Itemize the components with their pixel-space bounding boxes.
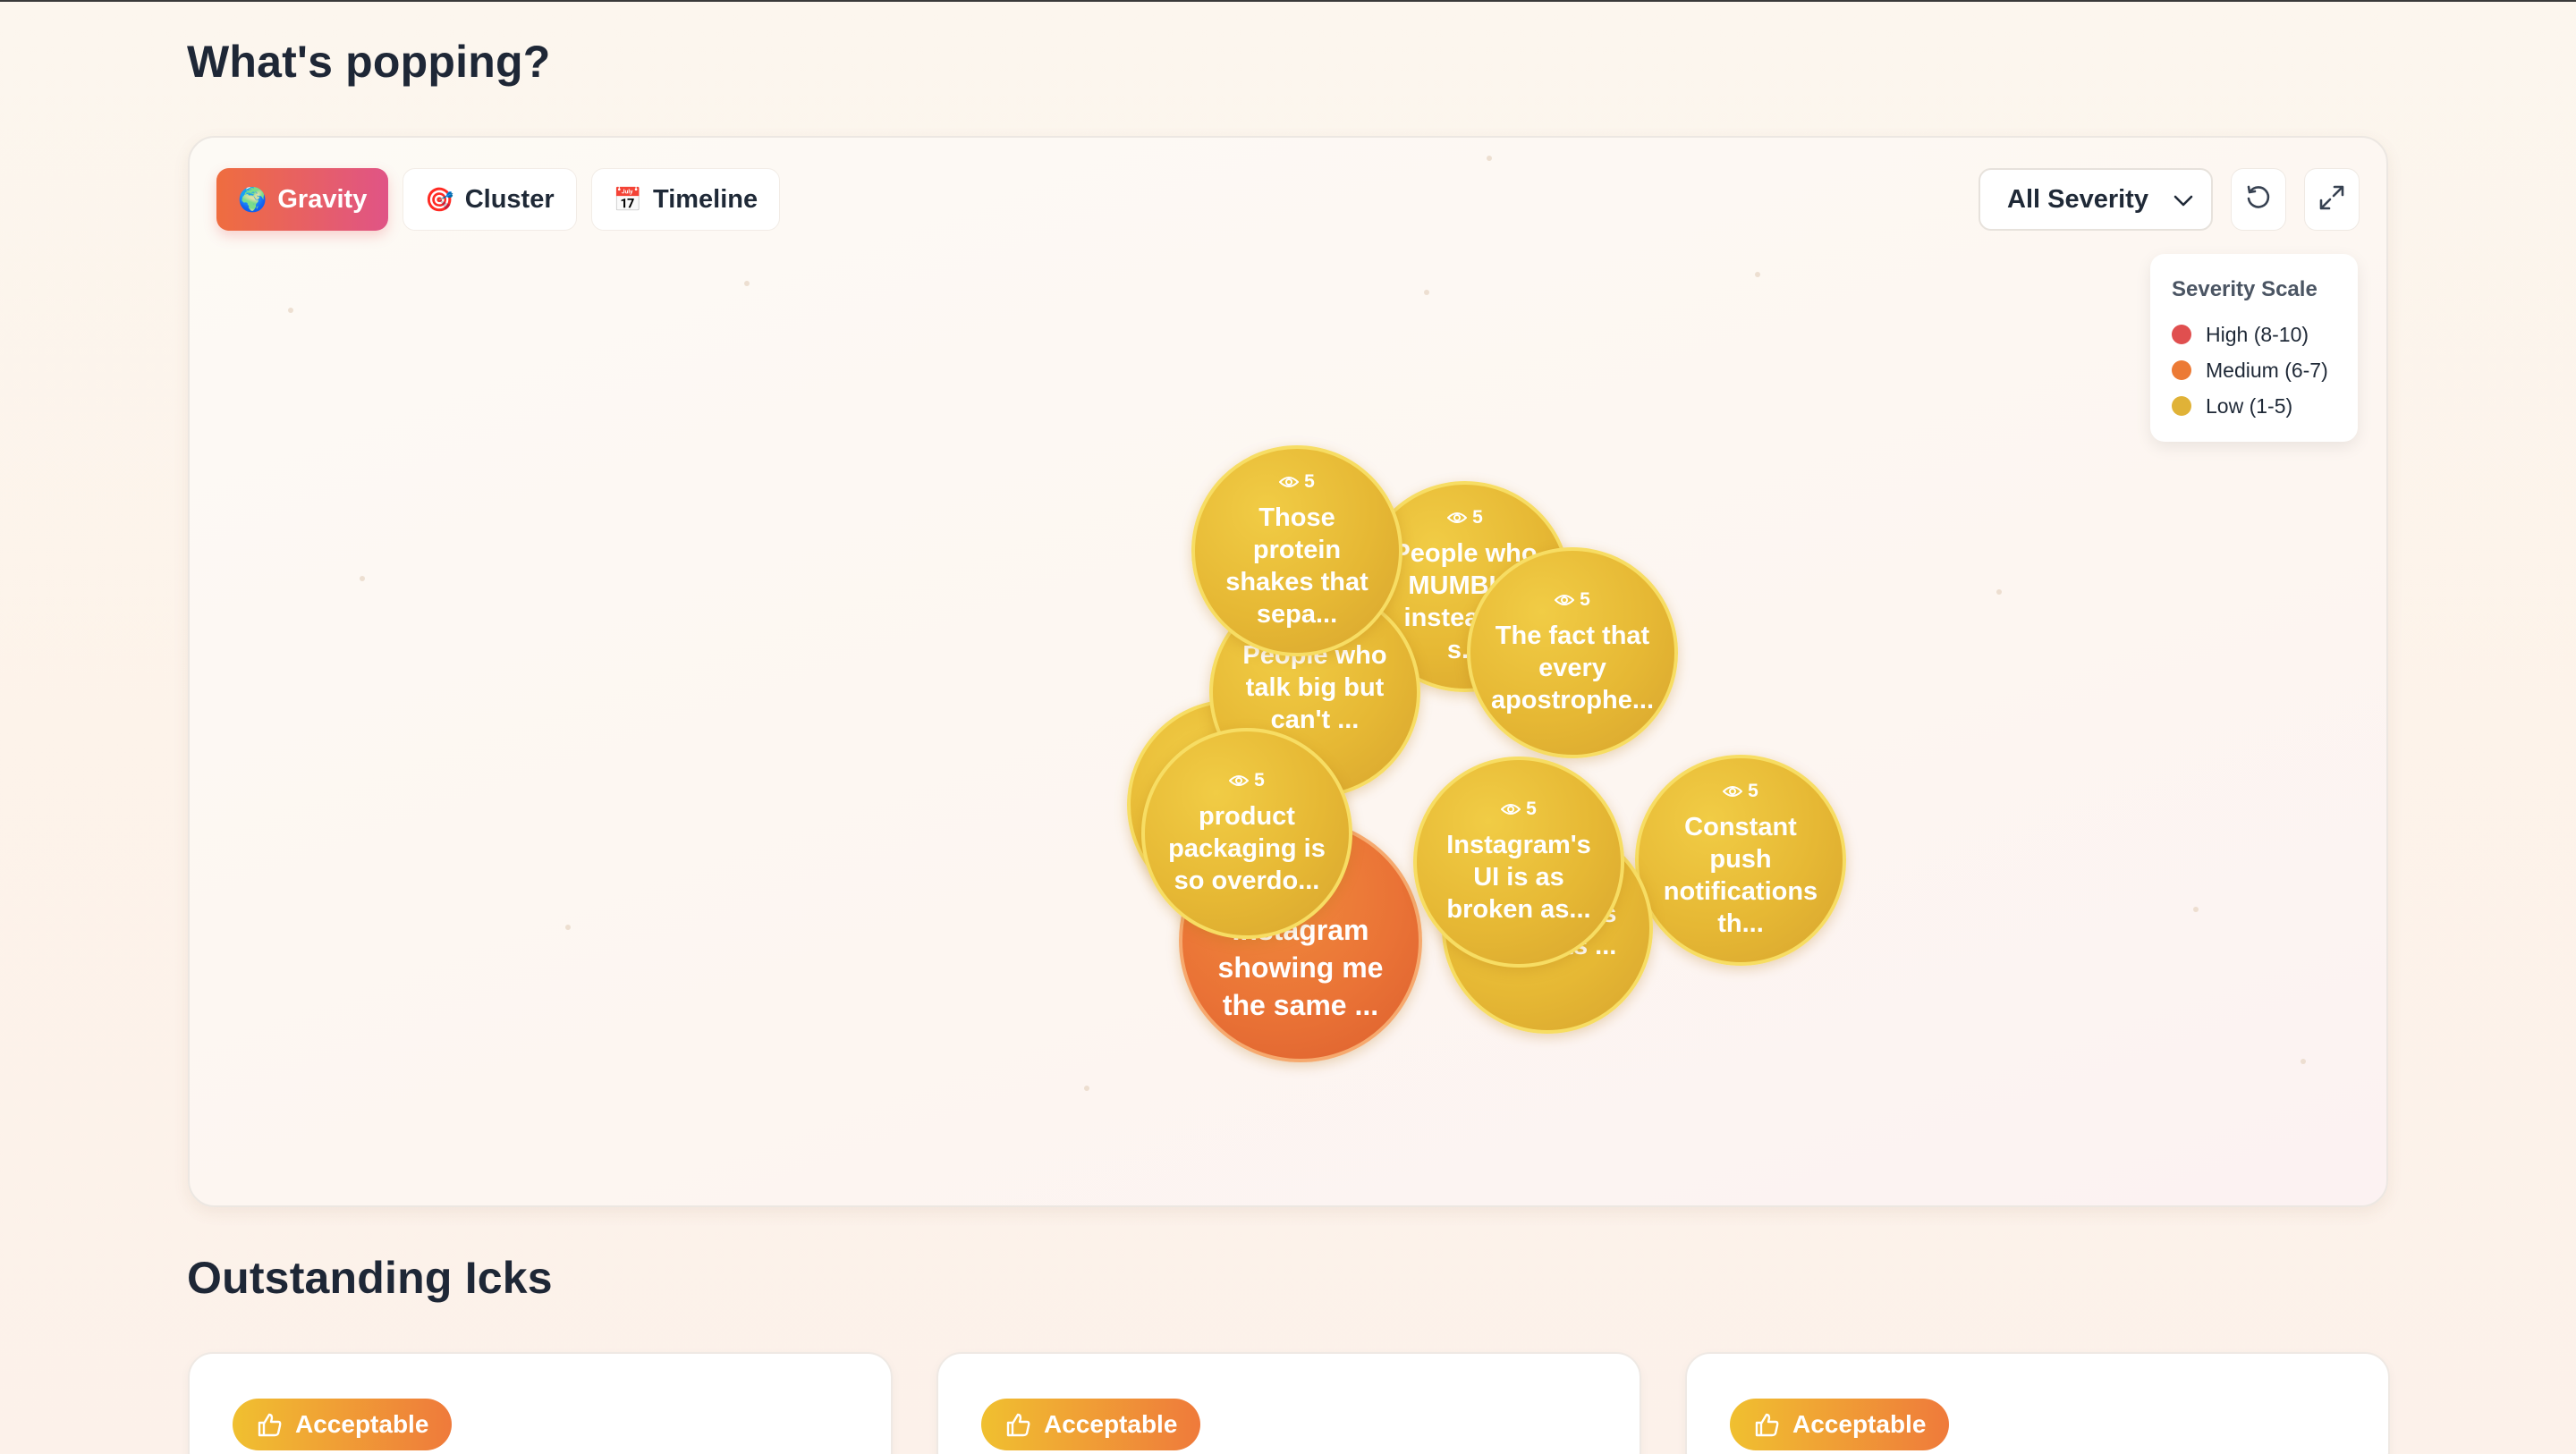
status-badge: Acceptable: [1730, 1399, 1950, 1450]
eye-icon: [1723, 786, 1743, 797]
legend-label: Low (1-5): [2206, 393, 2293, 418]
view-count: 5: [1229, 770, 1265, 791]
legend-swatch: [2172, 325, 2191, 344]
bubble-text: Instagram's UI is as broken as...: [1446, 831, 1591, 924]
sparkle-dot: [744, 281, 750, 286]
ick-bubble[interactable]: 5 Instagram's UI is as broken as...: [1413, 757, 1624, 968]
sparkle-dot: [360, 576, 365, 581]
eye-icon: [1555, 595, 1575, 605]
thumbs-up-icon: [1755, 1413, 1779, 1437]
bubble-text: The fact that every apostrophe...: [1490, 621, 1655, 714]
view-count: 5: [1279, 471, 1315, 493]
thumbs-up-icon: [1006, 1413, 1030, 1437]
status-badge-label: Acceptable: [1044, 1410, 1178, 1438]
view-count-value: 5: [1748, 781, 1758, 801]
bubble-text: Constant push notifications th...: [1663, 813, 1818, 938]
tab-label: Timeline: [653, 184, 758, 214]
sparkle-dot: [2301, 1059, 2306, 1064]
reset-button[interactable]: [2231, 168, 2286, 231]
view-count-value: 5: [1580, 589, 1590, 610]
ick-bubble[interactable]: 5 Those protein shakes that sepa...: [1191, 445, 1402, 656]
sparkle-dot: [288, 308, 293, 313]
fullscreen-button[interactable]: [2304, 168, 2360, 231]
sparkle-dot: [1755, 272, 1760, 277]
view-count: 5: [1501, 799, 1537, 820]
bubble-text: Those protein shakes that sepa...: [1225, 503, 1368, 629]
section-title-outstanding-icks: Outstanding Icks: [187, 1253, 553, 1303]
legend-swatch: [2172, 360, 2191, 380]
sparkle-dot: [1487, 156, 1492, 161]
ick-card[interactable]: Acceptable: [1685, 1352, 2390, 1454]
ick-card[interactable]: Acceptable: [936, 1352, 1641, 1454]
expand-icon: [2318, 183, 2346, 216]
tab-gravity[interactable]: 🌍 Gravity: [216, 168, 389, 231]
ick-bubble[interactable]: 5 Constant push notifications th...: [1635, 755, 1846, 966]
legend-item-high: High (8-10): [2172, 317, 2336, 352]
status-badge: Acceptable: [233, 1399, 453, 1450]
globe-icon: 🌍: [238, 186, 267, 213]
refresh-icon: [2244, 183, 2273, 216]
view-count-value: 5: [1472, 507, 1483, 528]
tab-label: Gravity: [277, 184, 368, 214]
sparkle-dot: [565, 925, 571, 930]
eye-icon: [1447, 512, 1468, 523]
view-count: 5: [1447, 507, 1483, 528]
sparkle-dot: [1424, 290, 1429, 295]
tab-timeline[interactable]: 📅 Timeline: [590, 168, 781, 231]
legend-item-low: Low (1-5): [2172, 388, 2336, 424]
chevron-down-icon: [2174, 185, 2193, 215]
sparkle-dot: [1084, 1086, 1089, 1091]
view-controls: All Severity: [1979, 168, 2360, 231]
status-badge-label: Acceptable: [1792, 1410, 1927, 1438]
ick-bubble[interactable]: 5 product packaging is so overdo...: [1141, 728, 1352, 939]
view-tabs: 🌍 Gravity 🎯 Cluster 📅 Timeline: [216, 168, 781, 231]
bubble-text: product packaging is so overdo...: [1168, 802, 1326, 895]
calendar-icon: 📅: [613, 186, 642, 213]
eye-icon: [1501, 804, 1521, 815]
sparkle-dot: [1996, 589, 2002, 595]
visualization-panel: 🌍 Gravity 🎯 Cluster 📅 Timeline All Sever…: [188, 136, 2388, 1207]
sparkle-dot: [2193, 907, 2199, 912]
view-count: 5: [1723, 781, 1758, 802]
view-count-value: 5: [1304, 471, 1315, 492]
section-title-whats-popping: What's popping?: [187, 37, 551, 87]
status-badge: Acceptable: [981, 1399, 1201, 1450]
tab-cluster[interactable]: 🎯 Cluster: [402, 168, 577, 231]
legend-item-medium: Medium (6-7): [2172, 352, 2336, 388]
view-count-value: 5: [1526, 799, 1537, 819]
eye-icon: [1229, 775, 1250, 786]
legend-title: Severity Scale: [2172, 277, 2318, 301]
legend-label: Medium (6-7): [2206, 358, 2328, 382]
tab-label: Cluster: [464, 184, 555, 214]
view-count: 5: [1555, 589, 1590, 611]
status-badge-label: Acceptable: [295, 1410, 429, 1438]
eye-icon: [1279, 477, 1300, 487]
legend-swatch: [2172, 396, 2191, 416]
target-icon: 🎯: [425, 186, 454, 213]
thumbs-up-icon: [258, 1413, 282, 1437]
ick-bubble[interactable]: 5 The fact that every apostrophe...: [1467, 547, 1678, 758]
severity-legend: Severity Scale High (8-10) Medium (6-7) …: [2150, 254, 2358, 442]
severity-filter-value: All Severity: [2007, 184, 2148, 214]
legend-label: High (8-10): [2206, 322, 2309, 346]
severity-filter-select[interactable]: All Severity: [1979, 168, 2213, 231]
ick-card[interactable]: Acceptable: [188, 1352, 893, 1454]
view-count-value: 5: [1254, 770, 1265, 790]
